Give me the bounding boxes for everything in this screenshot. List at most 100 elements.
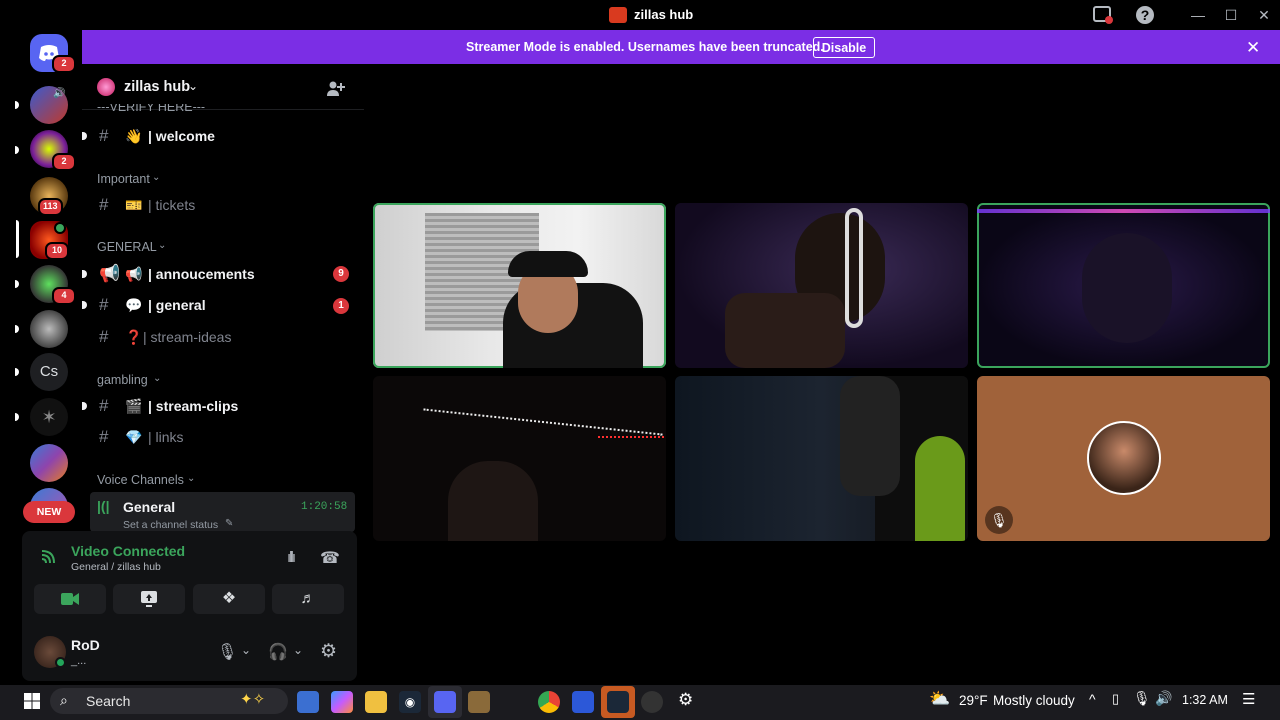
- app-icon[interactable]: [468, 691, 490, 713]
- weather-desc[interactable]: Mostly cloudy: [993, 693, 1075, 708]
- channel-announcements[interactable]: | annoucements: [148, 266, 255, 282]
- volume-icon[interactable]: 🔊: [1155, 690, 1172, 707]
- category-important[interactable]: Important: [97, 172, 150, 186]
- video-tile[interactable]: [977, 203, 1270, 368]
- settings-icon[interactable]: ⚙: [678, 690, 693, 710]
- category-voice[interactable]: Voice Channels: [97, 473, 184, 487]
- selected-pill: [16, 220, 19, 258]
- video-tile[interactable]: [373, 376, 666, 541]
- chrome-icon[interactable]: [538, 691, 560, 713]
- text-channel-icon: #: [99, 195, 109, 214]
- grinch-costume: [915, 436, 965, 541]
- channel-welcome[interactable]: | welcome: [148, 128, 215, 144]
- camera-button[interactable]: [34, 584, 106, 614]
- online-status-icon: [55, 657, 66, 668]
- channel-stream-ideas[interactable]: | stream-ideas: [143, 329, 231, 345]
- voice-status[interactable]: Video Connected: [71, 543, 185, 559]
- user-status: _...: [71, 655, 87, 667]
- channel-tickets[interactable]: | tickets: [148, 197, 195, 213]
- channel-emoji: 💎: [125, 429, 143, 445]
- window-title: zillas hub: [634, 7, 694, 22]
- channel-general[interactable]: | general: [148, 297, 206, 313]
- settings-gear-icon[interactable]: ⚙: [320, 640, 337, 663]
- arm: [725, 293, 845, 368]
- led-strip: [977, 209, 1270, 213]
- banner-close-icon[interactable]: ✕: [1246, 38, 1260, 58]
- close-window-icon[interactable]: ✕: [1255, 6, 1273, 24]
- headphones-icon[interactable]: 🎧: [268, 642, 288, 662]
- chevron-down-icon: ⌄: [152, 172, 161, 183]
- channel-links[interactable]: | links: [148, 429, 184, 445]
- pencil-icon[interactable]: ✎: [225, 518, 233, 529]
- server-icon[interactable]: ✶: [30, 398, 68, 436]
- server-icon[interactable]: [30, 310, 68, 348]
- chevron-down-icon[interactable]: ⌄: [188, 79, 198, 93]
- muted-mic-icon: 🎙: [985, 506, 1013, 534]
- discord-taskbar-icon[interactable]: [434, 691, 456, 713]
- activities-button[interactable]: ❖: [193, 584, 265, 614]
- announcement-channel-icon: 📢: [99, 264, 121, 283]
- server-name[interactable]: zillas hub: [124, 79, 190, 95]
- copilot-sparkle-icon: ✦✧: [240, 691, 266, 708]
- help-icon[interactable]: ?: [1136, 6, 1154, 24]
- chevron-up-icon[interactable]: ^: [1089, 691, 1096, 707]
- device-icon[interactable]: ▯: [1112, 691, 1119, 707]
- headset: [845, 208, 863, 328]
- cs-server-icon[interactable]: Cs: [30, 353, 68, 391]
- invite-people-icon[interactable]: [325, 78, 345, 103]
- file-explorer-icon[interactable]: [365, 691, 387, 713]
- participant-avatar: [1087, 421, 1161, 495]
- chevron-down-icon: ⌄: [158, 240, 167, 251]
- person-silhouette: [1082, 233, 1172, 343]
- chevron-down-icon[interactable]: ⌄: [241, 643, 251, 657]
- video-tile[interactable]: [675, 376, 968, 541]
- task-view-icon[interactable]: [297, 691, 319, 713]
- text-channel-icon: #: [99, 295, 109, 314]
- video-tile[interactable]: [675, 203, 968, 368]
- voice-location[interactable]: General / zillas hub: [71, 561, 161, 573]
- channel-status[interactable]: Set a channel status: [123, 519, 218, 531]
- noise-suppression-icon[interactable]: ıllı: [287, 549, 296, 566]
- category-general[interactable]: GENERAL: [97, 240, 157, 254]
- steam-running-icon[interactable]: [607, 691, 629, 713]
- disconnect-icon[interactable]: ☎: [320, 548, 340, 568]
- video-tile-no-camera[interactable]: 🎙: [977, 376, 1270, 541]
- unread-badge: 2: [52, 153, 76, 171]
- app-icon[interactable]: [572, 691, 594, 713]
- server-icon[interactable]: [30, 444, 68, 482]
- windows-start-icon[interactable]: [24, 693, 40, 709]
- text-channel-icon: #: [99, 396, 109, 415]
- app-icon[interactable]: [641, 691, 663, 713]
- notification-icon[interactable]: ☰: [1242, 690, 1255, 708]
- category-gambling[interactable]: gambling: [97, 373, 148, 387]
- chevron-down-icon[interactable]: ⌄: [293, 643, 303, 657]
- clock[interactable]: 1:32 AM: [1182, 693, 1228, 707]
- red-lights: [598, 436, 666, 438]
- category-verify[interactable]: ---VERIFY HERE---: [97, 104, 205, 114]
- server-avatar-icon: [97, 78, 115, 96]
- person-silhouette: [448, 461, 538, 541]
- disable-button[interactable]: Disable: [813, 37, 875, 58]
- inbox-icon[interactable]: [1093, 6, 1113, 24]
- weather-temp[interactable]: 29°F: [959, 693, 988, 708]
- maximize-icon[interactable]: ☐: [1222, 6, 1240, 24]
- video-tile[interactable]: [373, 203, 666, 368]
- cap: [508, 251, 588, 277]
- screen-share-button[interactable]: [113, 584, 185, 614]
- username[interactable]: RoD: [71, 637, 100, 653]
- mention-badge: 1: [333, 298, 349, 314]
- mic-tray-icon[interactable]: 🎙: [1133, 690, 1151, 707]
- mention-badge: 9: [333, 266, 349, 282]
- voice-active-icon: [54, 222, 66, 234]
- steam-icon[interactable]: ◉: [399, 691, 421, 713]
- channel-stream-clips[interactable]: | stream-clips: [148, 398, 238, 414]
- text-channel-icon: #: [99, 327, 109, 346]
- speaker-icon: 🔊: [53, 88, 66, 99]
- copilot-icon[interactable]: [331, 691, 353, 713]
- new-badge[interactable]: NEW: [23, 501, 75, 523]
- minimize-icon[interactable]: —: [1189, 6, 1207, 24]
- microphone-icon[interactable]: 🎙: [217, 642, 237, 662]
- chevron-down-icon: ⌄: [153, 373, 162, 384]
- soundboard-button[interactable]: ♬: [272, 584, 344, 614]
- text-channel-icon: #: [99, 126, 109, 145]
